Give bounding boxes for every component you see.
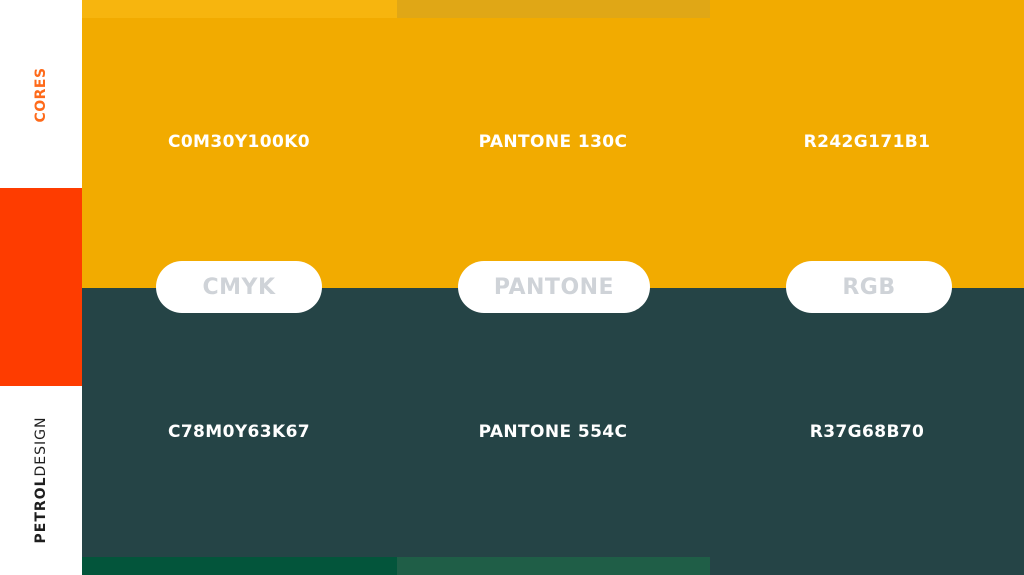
brand-light: DESIGN bbox=[33, 416, 49, 477]
bottom-band-3 bbox=[710, 557, 1024, 575]
bottom-band-2 bbox=[397, 557, 710, 575]
sidebar: CORES PETROLDESIGN bbox=[0, 0, 82, 575]
secondary-rgb-code: R37G68B70 bbox=[809, 422, 925, 442]
top-band-3 bbox=[710, 0, 1024, 18]
pantone-label: PANTONE bbox=[458, 261, 650, 313]
top-band-2 bbox=[397, 0, 710, 18]
sidebar-top-panel: CORES bbox=[0, 0, 82, 188]
sidebar-logo-panel bbox=[0, 188, 82, 490]
cmyk-label: CMYK bbox=[156, 261, 322, 313]
secondary-pantone-code: PANTONE 554C bbox=[478, 422, 628, 442]
sidebar-bottom-panel: PETROLDESIGN bbox=[0, 386, 82, 575]
section-label: CORES bbox=[33, 67, 49, 123]
primary-rgb-code: R242G171B1 bbox=[803, 132, 931, 152]
primary-cmyk-code: C0M30Y100K0 bbox=[167, 132, 311, 152]
brand-bold: PETROL bbox=[33, 476, 49, 544]
primary-pantone-code: PANTONE 130C bbox=[478, 132, 628, 152]
top-band-1 bbox=[82, 0, 397, 18]
brand-wordmark: PETROLDESIGN bbox=[33, 417, 49, 544]
secondary-cmyk-code: C78M0Y63K67 bbox=[167, 422, 311, 442]
bottom-band-1 bbox=[82, 557, 397, 575]
rgb-label: RGB bbox=[786, 261, 952, 313]
